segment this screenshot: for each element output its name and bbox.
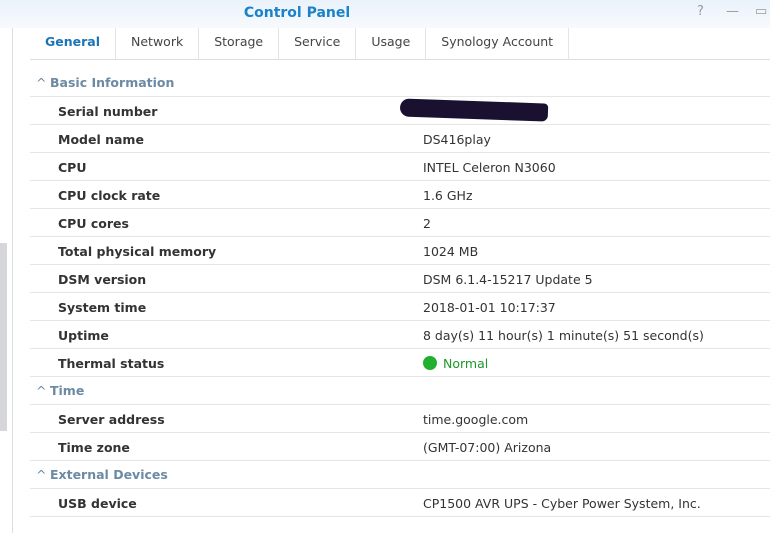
serial-number-label: Serial number [58, 104, 158, 119]
info-row: Time zone (GMT-07:00) Arizona [30, 433, 770, 461]
window-title: Control Panel [243, 5, 351, 21]
thermal-status-value: Normal [423, 356, 488, 371]
total-physical-memory-label: Total physical memory [58, 244, 217, 259]
tab-usage[interactable]: Usage [356, 28, 427, 60]
status-ok-icon [423, 356, 437, 370]
server-address-value: time.google.com [423, 412, 529, 427]
scrollbar[interactable] [0, 243, 7, 431]
cpu-clock-rate-value: 1.6 GHz [423, 188, 473, 203]
minimize-button[interactable]: — [726, 4, 739, 19]
tab-network[interactable]: Network [116, 28, 200, 60]
info-row: Total physical memory 1024 MB [30, 237, 770, 265]
model-name-value: DS416play [423, 132, 491, 147]
dsm-version-value: DSM 6.1.4-15217 Update 5 [423, 272, 593, 287]
chevron-up-icon: ^ [36, 383, 47, 398]
total-physical-memory-value: 1024 MB [423, 244, 479, 259]
server-address-label: Server address [58, 412, 165, 427]
tab-service[interactable]: Service [279, 28, 357, 60]
info-row: Serial number [30, 97, 770, 125]
system-time-value: 2018-01-01 10:17:37 [423, 300, 556, 315]
model-name-label: Model name [58, 132, 144, 147]
section-header-basic-information[interactable]: ^ Basic Information [30, 69, 770, 97]
section-header-time[interactable]: ^ Time [30, 377, 770, 405]
info-row: CPU INTEL Celeron N3060 [30, 153, 770, 181]
tab-bar: General Network Storage Service Usage Sy… [30, 28, 770, 60]
section-title: External Devices [50, 467, 168, 482]
info-row: Model name DS416play [30, 125, 770, 153]
uptime-value: 8 day(s) 11 hour(s) 1 minute(s) 51 secon… [423, 328, 704, 343]
info-row: CPU clock rate 1.6 GHz [30, 181, 770, 209]
redacted-value [399, 98, 549, 122]
info-panel: ^ Basic Information Serial number Model nam… [30, 69, 770, 517]
help-button[interactable]: ? [697, 4, 704, 19]
dsm-version-label: DSM version [58, 272, 147, 287]
cpu-value: INTEL Celeron N3060 [423, 160, 556, 175]
section-title: Time [50, 383, 85, 398]
maximize-button[interactable]: ▭ [755, 4, 767, 19]
system-time-label: System time [58, 300, 147, 315]
usb-device-value: CP1500 AVR UPS - Cyber Power System, Inc… [423, 496, 701, 511]
chevron-up-icon: ^ [36, 467, 47, 482]
status-text: Normal [443, 356, 489, 371]
tab-general[interactable]: General [30, 28, 116, 60]
info-row: USB device CP1500 AVR UPS - Cyber Power S… [30, 489, 770, 517]
chevron-up-icon: ^ [36, 75, 47, 90]
info-row: CPU cores 2 [30, 209, 770, 237]
cpu-label: CPU [58, 160, 87, 175]
tab-synology-account[interactable]: Synology Account [426, 28, 570, 60]
cpu-cores-label: CPU cores [58, 216, 129, 231]
cpu-cores-value: 2 [423, 216, 431, 231]
info-row: Thermal status Normal [30, 349, 770, 377]
tab-storage[interactable]: Storage [199, 28, 280, 60]
usb-device-label: USB device [58, 496, 137, 511]
info-row: DSM version DSM 6.1.4-15217 Update 5 [30, 265, 770, 293]
info-row: System time 2018-01-01 10:17:37 [30, 293, 770, 321]
section-title: Basic Information [50, 75, 175, 90]
divider [12, 28, 13, 533]
info-row: Uptime 8 day(s) 11 hour(s) 1 minute(s) 51… [30, 321, 770, 349]
thermal-status-label: Thermal status [58, 356, 165, 371]
title-bar: Control Panel ? — ▭ [0, 0, 770, 28]
cpu-clock-rate-label: CPU clock rate [58, 188, 161, 203]
section-header-external-devices[interactable]: ^ External Devices [30, 461, 770, 489]
time-zone-label: Time zone [58, 440, 130, 455]
info-row: Server address time.google.com [30, 405, 770, 433]
time-zone-value: (GMT-07:00) Arizona [423, 440, 552, 455]
uptime-label: Uptime [58, 328, 109, 343]
